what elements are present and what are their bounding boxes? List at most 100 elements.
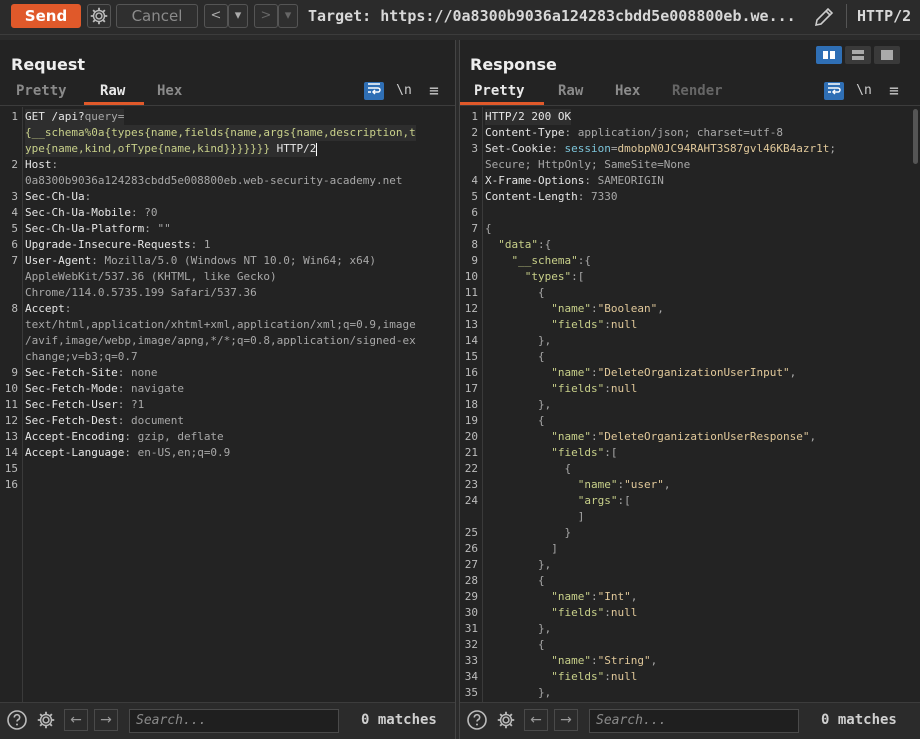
code-line: 22 { [460, 461, 920, 477]
code-line: 29 "name":"Int", [460, 589, 920, 605]
code-token: ype{name,kind,ofType{name,kind}}}}}}} [25, 142, 277, 155]
history-back-dropdown[interactable]: ▾ [228, 4, 248, 28]
code-text: "fields":[ [485, 445, 617, 461]
code-line: 16 "name":"DeleteOrganizationUserInput", [460, 365, 920, 381]
code-token: session [564, 142, 611, 155]
word-wrap-toggle[interactable] [364, 82, 384, 100]
code-token: Content-Type [485, 126, 565, 139]
newline-toggle[interactable]: \n [394, 82, 414, 100]
code-line: 13 Accept-Encoding: gzip, deflate [0, 429, 455, 445]
line-number: 35 [464, 686, 478, 699]
search-input[interactable]: Search... [589, 709, 799, 733]
code-token: "name" [551, 654, 591, 667]
request-panel: Request Pretty Raw Hex \n ≡ 1 GET /api?qu… [0, 40, 456, 739]
code-token: , [663, 478, 671, 491]
next-match-button[interactable]: → [94, 709, 118, 731]
layout-stacked-button[interactable] [845, 46, 871, 64]
search-input[interactable]: Search... [129, 709, 339, 733]
code-text: { [485, 573, 545, 589]
request-editor[interactable]: 1 GET /api?query= {__schema%0a{types{name,… [0, 107, 455, 703]
code-token: : [604, 606, 611, 619]
next-match-button[interactable]: → [554, 709, 578, 731]
history-forward-button[interactable]: > [254, 4, 278, 28]
code-line: 1 GET /api?query= [0, 109, 455, 125]
layout-side-by-side-button[interactable] [816, 46, 842, 64]
tab-pretty[interactable]: Pretty [474, 83, 525, 99]
tab-pretty[interactable]: Pretty [16, 83, 67, 99]
code-token: {__schema%0a{types{name,fields{name,args… [25, 126, 416, 139]
line-number: 15 [4, 462, 18, 475]
chevron-right-icon: > [260, 8, 272, 23]
target-url[interactable]: Target: https://0a8300b9036a124283cbdd5e… [308, 7, 796, 25]
code-text: Sec-Ch-Ua-Mobile: ?0 [25, 205, 157, 221]
response-editor[interactable]: 1 HTTP/2 200 OK 2 Content-Type: application… [460, 107, 920, 703]
layout-single-button[interactable] [874, 46, 900, 64]
tab-hex[interactable]: Hex [615, 83, 640, 99]
line-number: 20 [464, 430, 478, 443]
code-text: } [485, 525, 571, 541]
word-wrap-toggle[interactable] [824, 82, 844, 100]
help-button[interactable] [6, 709, 28, 731]
code-token: Sec-Fetch-Site [25, 366, 118, 379]
menu-icon[interactable]: ≡ [884, 82, 904, 100]
code-token: Sec-Fetch-Mode [25, 382, 118, 395]
line-number: 33 [464, 654, 478, 667]
code-token: :[ [571, 270, 585, 283]
line-number: 13 [4, 430, 18, 443]
code-token: X-Frame-Options [485, 174, 585, 187]
code-token: : [551, 142, 565, 155]
code-token: Sec-Fetch-Dest [25, 414, 118, 427]
code-text: { [485, 221, 492, 237]
code-token: Sec-Ch-Ua [25, 190, 85, 203]
edit-target-button[interactable] [812, 5, 836, 29]
line-number: 13 [464, 318, 478, 331]
code-token: null [610, 606, 638, 619]
tab-hex[interactable]: Hex [157, 83, 182, 99]
line-number: 3 [471, 142, 478, 155]
code-text: "fields":null [485, 317, 637, 333]
line-number: 23 [464, 478, 478, 491]
protocol-selector[interactable]: HTTP/2 [857, 7, 911, 25]
tab-raw[interactable]: Raw [558, 83, 583, 99]
menu-icon[interactable]: ≡ [424, 82, 444, 100]
panel-title: Request [11, 55, 86, 74]
request-tabs: Pretty Raw Hex \n ≡ [0, 80, 455, 106]
newline-toggle[interactable]: \n [854, 82, 874, 100]
line-number: 6 [11, 238, 18, 251]
tab-raw[interactable]: Raw [100, 83, 125, 99]
history-forward-dropdown[interactable]: ▾ [278, 4, 298, 28]
code-token: : [64, 302, 72, 315]
settings-gear-button[interactable] [87, 4, 111, 28]
previous-match-button[interactable]: ← [524, 709, 548, 731]
code-line: 34 "fields":null [460, 669, 920, 685]
code-line: 26 ] [460, 541, 920, 557]
code-text: change;v=b3;q=0.7 [25, 349, 138, 365]
tab-render[interactable]: Render [672, 83, 723, 99]
line-number: 9 [471, 254, 478, 267]
code-token: { [485, 222, 492, 235]
code-line: 30 "fields":null [460, 605, 920, 621]
line-number: 24 [464, 494, 478, 507]
line-number: 17 [464, 382, 478, 395]
code-token: "name" [577, 478, 618, 491]
code-line: 23 "name":"user", [460, 477, 920, 493]
search-settings-button[interactable] [35, 709, 57, 731]
code-token: Accept-Language [25, 446, 125, 459]
gear-icon [90, 7, 108, 25]
code-token: text/html,application/xhtml+xml,applicat… [25, 318, 416, 331]
cancel-button[interactable]: Cancel [116, 4, 198, 28]
code-text: }, [485, 397, 551, 413]
help-button[interactable] [466, 709, 488, 731]
active-tab-indicator [84, 102, 144, 105]
code-token: "fields" [551, 382, 605, 395]
code-token: : navigate [117, 382, 184, 395]
send-button[interactable]: Send [11, 4, 81, 28]
previous-match-button[interactable]: ← [64, 709, 88, 731]
code-text: {__schema%0a{types{name,fields{name,args… [25, 125, 416, 141]
search-settings-button[interactable] [495, 709, 517, 731]
history-back-button[interactable]: < [204, 4, 228, 28]
code-line: 20 "name":"DeleteOrganizationUserRespons… [460, 429, 920, 445]
